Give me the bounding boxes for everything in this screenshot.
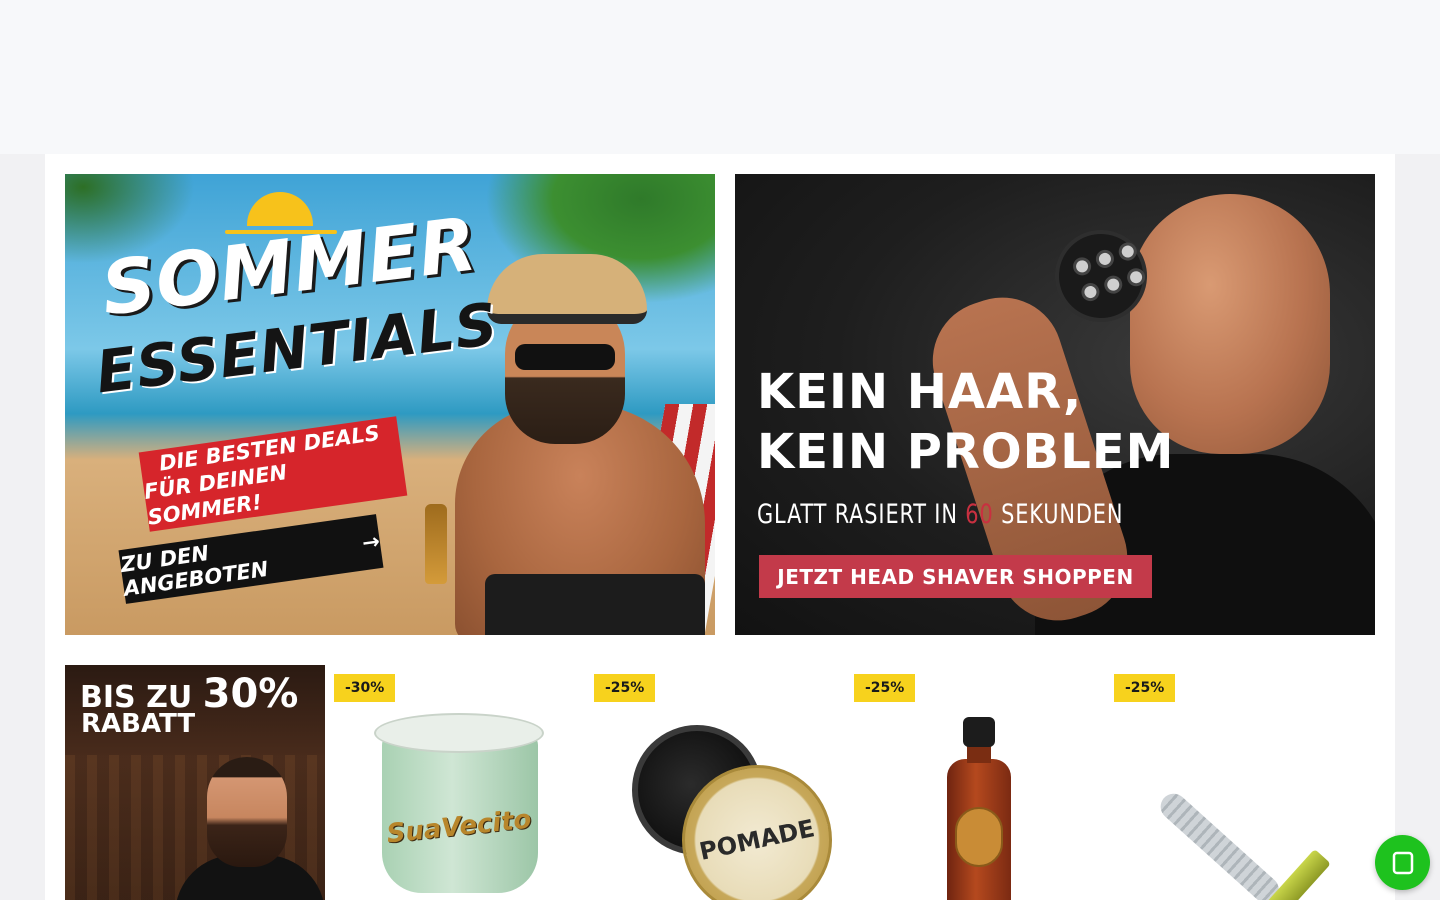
shaver-title-line2: KEIN PROBLEM <box>757 424 1175 480</box>
product-card[interactable]: -30% SuaVecito <box>334 665 584 900</box>
discount-badge: -25% <box>854 674 916 702</box>
safety-razor-icon <box>1144 725 1344 900</box>
whatsapp-icon <box>1392 851 1413 874</box>
oil-bottle-icon <box>947 717 1011 900</box>
main-content: SOMMER ESSENTIALS DIE BESTEN DEALS FÜR D… <box>45 154 1395 900</box>
discount-badge: -25% <box>1114 674 1176 702</box>
subtitle-pre: GLATT RASIERT IN <box>757 499 966 530</box>
straw-hat <box>487 254 647 324</box>
shaver-title: KEIN HAAR, KEIN PROBLEM <box>757 362 1174 482</box>
shop-head-shaver-button[interactable]: JETZT HEAD SHAVER SHOPPEN <box>759 555 1152 598</box>
shorts <box>485 574 705 635</box>
promo-percent: 30% <box>202 671 299 717</box>
shaver-title-line1: KEIN HAAR, <box>757 364 1083 420</box>
pomade-tin-icon: POMADE <box>632 725 846 900</box>
subtitle-highlight: 60 <box>965 499 994 530</box>
to-offers-label: ZU DEN ANGEBOTEN <box>118 540 270 601</box>
bearded-man-image <box>207 757 287 867</box>
pomade-tub-green-icon: SuaVecito <box>374 713 544 900</box>
shaver-subtitle: GLATT RASIERT IN 60 SEKUNDEN <box>757 499 1123 530</box>
discount-promo-tile[interactable]: BIS ZU 30% RABATT <box>65 665 325 900</box>
whatsapp-chat-button[interactable] <box>1375 835 1430 890</box>
subtitle-post: SEKUNDEN <box>993 499 1124 530</box>
product-card[interactable]: -25% POMADE <box>594 665 846 900</box>
product-card[interactable]: -25% <box>1114 665 1364 900</box>
beer-bottle <box>425 504 447 584</box>
product-card[interactable]: -25% <box>854 665 1104 900</box>
promo-line2: RABATT <box>81 709 196 739</box>
summer-essentials-banner[interactable]: SOMMER ESSENTIALS DIE BESTEN DEALS FÜR D… <box>65 174 715 635</box>
sunglasses <box>515 344 615 370</box>
site-header <box>0 0 1440 154</box>
arrow-right-icon: → <box>360 529 382 556</box>
discount-badge: -25% <box>594 674 656 702</box>
discount-badge: -30% <box>334 674 396 702</box>
head-shaver-banner[interactable]: KEIN HAAR, KEIN PROBLEM GLATT RASIERT IN… <box>735 174 1375 635</box>
